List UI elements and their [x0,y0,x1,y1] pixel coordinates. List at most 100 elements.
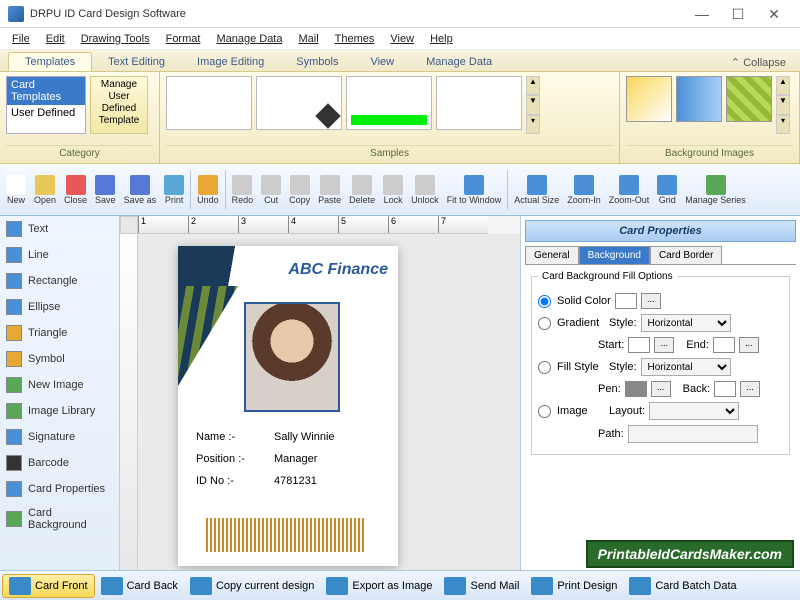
image-layout-select[interactable] [649,402,739,420]
gradient-end-swatch[interactable] [713,337,735,353]
close-button[interactable]: ✕ [756,4,792,24]
grid-button[interactable]: Grid [653,173,681,207]
tool-cardprops[interactable]: Card Properties [0,476,119,502]
zoomout-button[interactable]: Zoom-Out [605,173,654,207]
bg-up-button[interactable]: ▲ [776,76,790,95]
back-swatch[interactable] [714,381,736,397]
prop-tab-general[interactable]: General [525,246,579,264]
tool-cardbg[interactable]: Card Background [0,502,119,536]
image-path-input[interactable] [628,425,758,443]
menu-drawing-tools[interactable]: Drawing Tools [73,31,158,47]
actual-button[interactable]: Actual Size [510,173,563,207]
tool-ellipse[interactable]: Ellipse [0,294,119,320]
saveas-button[interactable]: Save as [120,173,161,207]
bg-thumb[interactable] [626,76,672,122]
tool-text[interactable]: Text [0,216,119,242]
lock-button[interactable]: Lock [379,173,407,207]
collapse-button[interactable]: ⌃ Collapse [725,54,792,71]
ribbon-tab-templates[interactable]: Templates [8,52,92,71]
sample-card[interactable] [166,76,252,130]
category-item[interactable]: User Defined [7,105,85,121]
paste-button[interactable]: Paste [314,173,345,207]
canvas-stage[interactable]: ABC Finance Name :-Sally WinniePosition … [138,234,520,570]
minimize-button[interactable]: — [684,4,720,24]
delete-button[interactable]: Delete [345,173,379,207]
back-picker[interactable]: ... [740,381,760,397]
tool-signature[interactable]: Signature [0,424,119,450]
category-list[interactable]: Card Templates User Defined [6,76,86,134]
sample-card[interactable] [346,76,432,130]
category-item[interactable]: Card Templates [7,77,85,105]
fillstyle-radio[interactable] [538,361,551,374]
fit-button[interactable]: Fit to Window [443,173,506,207]
sample-down-button[interactable]: ▼ [526,95,540,114]
gradient-end-picker[interactable]: ... [739,337,759,353]
undo-button[interactable]: Undo [193,173,223,207]
sample-up-button[interactable]: ▲ [526,76,540,95]
solid-color-swatch[interactable] [615,293,637,309]
footer-export-button[interactable]: Export as Image [320,575,438,597]
sample-card[interactable] [256,76,342,130]
zoomin-button[interactable]: Zoom-In [563,173,605,207]
menu-view[interactable]: View [382,31,422,47]
footer-front-button[interactable]: Card Front [2,574,95,598]
menu-mail[interactable]: Mail [290,31,326,47]
bg-more-button[interactable]: ▾ [776,115,790,134]
prop-tab-background[interactable]: Background [579,246,650,264]
solid-color-radio[interactable] [538,295,551,308]
bg-thumb[interactable] [676,76,722,122]
footer-printdesign-button[interactable]: Print Design [525,575,623,597]
ribbon-tab-manage-data[interactable]: Manage Data [410,53,508,71]
menu-file[interactable]: File [4,31,38,47]
prop-tab-card-border[interactable]: Card Border [650,246,722,264]
sample-card[interactable] [436,76,522,130]
photo-frame[interactable] [244,302,340,412]
footer-batch-button[interactable]: Card Batch Data [623,575,742,597]
cut-button[interactable]: Cut [257,173,285,207]
menu-format[interactable]: Format [158,31,209,47]
id-card[interactable]: ABC Finance Name :-Sally WinniePosition … [178,246,398,566]
pen-picker[interactable]: ... [651,381,671,397]
sample-more-button[interactable]: ▾ [526,115,540,134]
tool-rectangle[interactable]: Rectangle [0,268,119,294]
series-button[interactable]: Manage Series [681,173,750,207]
footer-copydesign-button[interactable]: Copy current design [184,575,320,597]
footer-back-button[interactable]: Card Back [95,575,184,597]
copy-button[interactable]: Copy [285,173,314,207]
pen-swatch[interactable] [625,381,647,397]
redo-button[interactable]: Redo [228,173,258,207]
bg-down-button[interactable]: ▼ [776,95,790,114]
ribbon-tab-text-editing[interactable]: Text Editing [92,53,181,71]
gradient-start-picker[interactable]: ... [654,337,674,353]
ribbon-tab-view[interactable]: View [354,53,410,71]
maximize-button[interactable]: ☐ [720,4,756,24]
save-button[interactable]: Save [91,173,120,207]
unlock-button[interactable]: Unlock [407,173,443,207]
menu-themes[interactable]: Themes [327,31,383,47]
tool-newimage[interactable]: New Image [0,372,119,398]
tool-imagelib[interactable]: Image Library [0,398,119,424]
gradient-start-swatch[interactable] [628,337,650,353]
new-button[interactable]: New [2,173,30,207]
barcode[interactable] [206,518,366,552]
print-button[interactable]: Print [160,173,188,207]
gradient-radio[interactable] [538,317,551,330]
image-radio[interactable] [538,405,551,418]
tool-triangle[interactable]: Triangle [0,320,119,346]
tool-barcode[interactable]: Barcode [0,450,119,476]
ribbon-tab-image-editing[interactable]: Image Editing [181,53,280,71]
gradient-style-select[interactable]: Horizontal [641,314,731,332]
menu-edit[interactable]: Edit [38,31,73,47]
open-button[interactable]: Open [30,173,60,207]
menu-manage-data[interactable]: Manage Data [208,31,290,47]
tool-line[interactable]: Line [0,242,119,268]
footer-sendmail-button[interactable]: Send Mail [438,575,525,597]
bg-thumb[interactable] [726,76,772,122]
close-button[interactable]: Close [60,173,91,207]
fillstyle-select[interactable]: Horizontal [641,358,731,376]
ribbon-tab-symbols[interactable]: Symbols [280,53,354,71]
menu-help[interactable]: Help [422,31,461,47]
solid-color-picker-button[interactable]: ... [641,293,661,309]
tool-symbol[interactable]: Symbol [0,346,119,372]
manage-template-button[interactable]: Manage User Defined Template [90,76,148,134]
